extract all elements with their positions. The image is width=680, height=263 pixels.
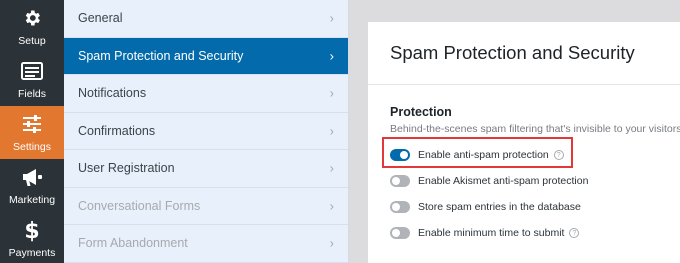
submenu-item-user-registration[interactable]: User Registration › bbox=[64, 150, 348, 188]
sidebar-item-label: Setup bbox=[18, 35, 46, 47]
page-title: Spam Protection and Security bbox=[390, 42, 635, 63]
submenu-item-conversational-forms[interactable]: Conversational Forms › bbox=[64, 188, 348, 225]
chevron-right-icon: › bbox=[329, 235, 334, 251]
chevron-right-icon: › bbox=[329, 123, 334, 139]
chevron-right-icon: › bbox=[329, 160, 334, 176]
submenu-item-form-abandonment[interactable]: Form Abandonment › bbox=[64, 225, 348, 263]
submenu-item-label: Notifications bbox=[78, 86, 147, 101]
sidebar-item-label: Payments bbox=[8, 247, 56, 259]
toggle-label: Enable Akismet anti-spam protection bbox=[418, 175, 589, 187]
submenu-item-label: User Registration bbox=[78, 161, 175, 176]
submenu-item-confirmations[interactable]: Confirmations › bbox=[64, 113, 348, 150]
toggle-label: Enable minimum time to submit bbox=[418, 227, 565, 239]
toggle-switch[interactable] bbox=[390, 175, 410, 187]
section-description: Behind-the-scenes spam filtering that's … bbox=[390, 123, 680, 135]
settings-panel: Spam Protection and Security Protection … bbox=[368, 22, 680, 263]
toggle-store-spam[interactable]: Store spam entries in the database bbox=[390, 199, 581, 215]
toggle-switch[interactable] bbox=[390, 149, 410, 161]
help-icon[interactable]: ? bbox=[553, 150, 564, 160]
toggle-label: Enable anti-spam protection bbox=[418, 149, 549, 161]
dollar-icon: $ bbox=[20, 218, 44, 242]
toggle-min-time[interactable]: Enable minimum time to submit ? bbox=[390, 225, 580, 241]
svg-text:$: $ bbox=[24, 219, 39, 242]
toggle-switch[interactable] bbox=[390, 227, 410, 239]
submenu-item-label: Spam Protection and Security bbox=[78, 48, 244, 63]
sidebar-item-fields[interactable]: Fields bbox=[0, 53, 64, 106]
sidebar-item-marketing[interactable]: Marketing bbox=[0, 159, 64, 212]
sidebar-item-settings[interactable]: Settings bbox=[0, 106, 64, 159]
sliders-icon bbox=[20, 112, 44, 136]
toggle-label: Store spam entries in the database bbox=[418, 201, 581, 213]
submenu-item-notifications[interactable]: Notifications › bbox=[64, 75, 348, 113]
sidebar-item-label: Fields bbox=[17, 88, 46, 100]
gear-icon bbox=[20, 6, 44, 30]
submenu-item-label: General bbox=[78, 11, 123, 26]
chevron-right-icon: › bbox=[329, 198, 334, 214]
submenu-item-general[interactable]: General › bbox=[64, 0, 348, 38]
fields-list-icon bbox=[20, 59, 44, 83]
chevron-right-icon: › bbox=[329, 48, 334, 64]
submenu-item-label: Form Abandonment bbox=[78, 236, 188, 251]
sidebar-item-label: Marketing bbox=[8, 194, 56, 206]
sidebar-item-payments[interactable]: $ Payments bbox=[0, 212, 64, 263]
help-icon[interactable]: ? bbox=[569, 228, 580, 238]
toggle-anti-spam[interactable]: Enable anti-spam protection ? bbox=[390, 147, 564, 163]
builder-sidebar: Setup Fields Settings Marketing $ Paymen… bbox=[0, 0, 64, 263]
sidebar-item-label: Settings bbox=[13, 141, 51, 153]
toggle-akismet[interactable]: Enable Akismet anti-spam protection bbox=[390, 173, 588, 189]
toggle-switch[interactable] bbox=[390, 201, 410, 213]
megaphone-icon bbox=[20, 165, 44, 189]
sidebar-item-setup[interactable]: Setup bbox=[0, 0, 64, 53]
divider bbox=[368, 84, 680, 85]
submenu-item-label: Conversational Forms bbox=[78, 198, 201, 213]
section-title: Protection bbox=[390, 105, 452, 119]
settings-submenu: General › Spam Protection and Security ›… bbox=[64, 0, 349, 263]
submenu-item-label: Confirmations bbox=[78, 123, 156, 138]
chevron-right-icon: › bbox=[329, 85, 334, 101]
submenu-item-spam-protection[interactable]: Spam Protection and Security › bbox=[64, 37, 348, 75]
chevron-right-icon: › bbox=[329, 10, 334, 26]
